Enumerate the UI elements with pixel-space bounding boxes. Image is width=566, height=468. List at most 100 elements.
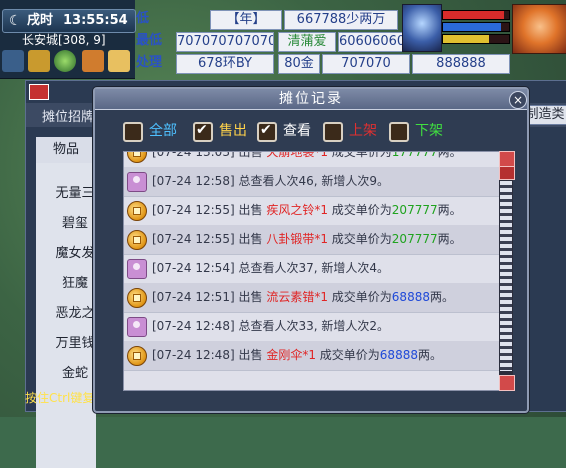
coin-icon (127, 152, 147, 163)
record-item: 疾风之铃*1 (266, 203, 328, 217)
record-time: [07-24 12:48] (152, 319, 235, 333)
filter-listed-checkbox[interactable] (323, 122, 343, 142)
record-text: [07-24 13:03] 出售 天崩地裂*1 成交单价为177777两。 (152, 151, 462, 167)
book-icon[interactable] (28, 50, 50, 72)
scroll-up-button[interactable] (499, 151, 515, 167)
record-text: [07-24 12:54] 总查看人次37, 新增人次4。 (152, 254, 389, 283)
record-text: [07-24 12:48] 出售 金刚伞*1 成交单价为68888两。 (152, 341, 442, 370)
record-view-text: 总查看人次37, 新增人次4。 (238, 261, 390, 275)
record-action: 出售 (238, 151, 263, 159)
location-label: 长安城[308, 9] (22, 33, 106, 47)
scrollbar-thumb[interactable] (499, 166, 515, 180)
filter-listed[interactable]: 上架 (323, 120, 393, 142)
clock-bar: ☾ 戌时 13:55:54 (2, 9, 136, 33)
record-price: 207777 (391, 203, 438, 217)
exp-bar (442, 34, 510, 44)
record-text: [07-24 12:55] 出售 疾风之铃*1 成交单价为207777两。 (152, 196, 462, 225)
record-time: [07-24 12:55] (152, 203, 235, 217)
record-item: 八卦锻带*1 (266, 232, 328, 246)
record-row: [07-24 12:54] 总查看人次37, 新增人次4。 (124, 254, 512, 284)
record-text: [07-24 12:58] 总查看人次46, 新增人次9。 (152, 167, 389, 196)
row2-field-3: 60606060 (338, 32, 404, 52)
record-view-text: 总查看人次33, 新增人次2。 (238, 319, 390, 333)
coin-icon (127, 288, 147, 308)
coin-icon (127, 346, 147, 366)
close-icon[interactable]: × (509, 91, 527, 109)
record-unit: 两。 (437, 203, 462, 217)
stall-record-dialog: 摊位记录 × 全部 售出 查看 上架 下架 [07-24 13:03] 出售 天… (93, 87, 529, 413)
stall-items-header: 物品 (36, 137, 96, 163)
record-unit: 两。 (417, 348, 442, 362)
record-row: [07-24 12:51] 出售 流云素错*1 成交单价为68888两。 (124, 283, 512, 313)
record-price-label: 成交单价为 (331, 290, 392, 304)
menu-icon[interactable] (2, 50, 24, 72)
filter-view-label: 查看 (283, 123, 311, 139)
record-item: 流云素错*1 (266, 290, 328, 304)
filter-delisted-checkbox[interactable] (389, 122, 409, 142)
row3-field-2: 80金 (278, 54, 320, 74)
filter-all[interactable]: 全部 (123, 120, 193, 142)
stall-exit-icon[interactable] (29, 84, 49, 100)
row3-field-3: 707070 (322, 54, 410, 74)
viewer-icon (127, 259, 147, 279)
record-unit: 两。 (437, 151, 462, 159)
record-time: [07-24 12:54] (152, 261, 235, 275)
record-item: 金刚伞*1 (266, 348, 316, 362)
record-price: 68888 (379, 348, 418, 362)
filter-sold-checkbox[interactable] (193, 122, 213, 142)
ctrl-tip: 按住Ctrl键复 (25, 391, 95, 405)
stall-sign-label: 摊位招牌 (42, 110, 95, 125)
scrollbar-pattern (500, 181, 512, 371)
row1-label: 低 (136, 11, 150, 26)
team-icon[interactable] (82, 50, 104, 72)
coin-icon (127, 230, 147, 250)
record-row: [07-24 12:58] 总查看人次46, 新增人次9。 (124, 167, 512, 197)
calendar-icon[interactable] (108, 50, 130, 72)
filter-all-checkbox[interactable] (123, 122, 143, 142)
record-row: [07-24 12:55] 出售 疾风之铃*1 成交单价为207777两。 (124, 196, 512, 226)
row3-field-4: 888888 (412, 54, 510, 74)
filter-view[interactable]: 查看 (257, 120, 327, 142)
record-row: [07-24 12:55] 出售 八卦锻带*1 成交单价为207777两。 (124, 225, 512, 255)
record-row: [07-24 12:48] 出售 金刚伞*1 成交单价为68888两。 (124, 341, 512, 371)
record-unit: 两。 (437, 232, 462, 246)
viewer-icon (127, 317, 147, 337)
record-price-label: 成交单价为 (331, 203, 392, 217)
record-time: [07-24 12:48] (152, 348, 235, 362)
record-action: 出售 (238, 290, 263, 304)
filter-delisted-label: 下架 (415, 123, 443, 139)
record-price: 177777 (391, 151, 438, 159)
row2-label: 最低 (136, 33, 163, 48)
filter-bar: 全部 售出 查看 上架 下架 (123, 120, 523, 142)
filter-listed-label: 上架 (349, 123, 377, 139)
record-text: [07-24 12:51] 出售 流云素错*1 成交单价为68888两。 (152, 283, 454, 312)
globe-icon[interactable] (54, 50, 76, 72)
hp-bar (442, 10, 510, 20)
record-time: [07-24 12:51] (152, 290, 235, 304)
record-unit: 两。 (429, 290, 454, 304)
record-row: [07-24 13:03] 出售 天崩地裂*1 成交单价为177777两。 (124, 151, 512, 168)
scroll-down-button[interactable] (499, 375, 515, 391)
record-list: [07-24 13:03] 出售 天崩地裂*1 成交单价为177777两。 [07… (123, 151, 513, 391)
pet-portrait[interactable] (402, 4, 442, 52)
record-action: 出售 (238, 203, 263, 217)
moon-icon: ☾ (9, 13, 22, 29)
row3-label: 处理 (136, 55, 163, 70)
record-action: 出售 (238, 232, 263, 246)
record-row: [07-24 12:48] 总查看人次33, 新增人次2。 (124, 312, 512, 342)
filter-view-checkbox[interactable] (257, 122, 277, 142)
player-portrait[interactable] (512, 4, 566, 54)
record-view-text: 总查看人次46, 新增人次9。 (238, 174, 390, 188)
filter-sold[interactable]: 售出 (193, 120, 263, 142)
clock-time: 13:55:54 (63, 13, 128, 28)
filter-sold-label: 售出 (219, 123, 247, 139)
row2-field-2: 清蒲爱 (278, 32, 336, 52)
row2-field-1: 707070707070 (176, 32, 274, 52)
filter-all-label: 全部 (149, 123, 177, 139)
record-item: 天崩地裂*1 (266, 151, 328, 159)
record-price: 68888 (391, 290, 430, 304)
record-price: 207777 (391, 232, 438, 246)
filter-delisted[interactable]: 下架 (389, 120, 459, 142)
make-category-button[interactable]: 制造类 (523, 105, 566, 125)
viewer-icon (127, 172, 147, 192)
